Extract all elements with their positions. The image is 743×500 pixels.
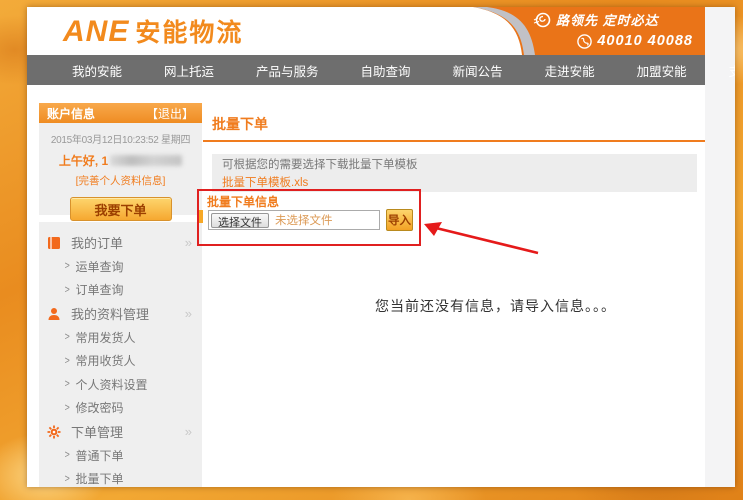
book-icon [47, 236, 61, 250]
sidebar-item-frequent-receivers[interactable]: > 常用收货人 [39, 349, 202, 373]
sidebar-item-batch-order[interactable]: > 批量下单 [39, 467, 202, 487]
sidebar-item-label: 普通下单 [75, 447, 123, 464]
chevron-right-icon: > [65, 378, 70, 390]
phone-icon [577, 34, 592, 49]
sidebar-item-normal-order[interactable]: > 普通下单 [39, 443, 202, 467]
main-nav: 我的安能 网上托运 产品与服务 自助查询 新闻公告 走进安能 加盟安能 支持中心 [27, 55, 705, 85]
sidebar-item-profile-settings[interactable]: > 个人资料设置 [39, 373, 202, 397]
sidebar-item-order-query[interactable]: > 订单查询 [39, 278, 202, 302]
account-info-panel: 账户信息 【退出】 2015年03月12日10:23:52 星期四 上午好, 1… [39, 103, 202, 215]
current-datetime: 2015年03月12日10:23:52 星期四 [39, 131, 202, 146]
empty-info-message: 您当前还没有信息，请导入信息。。。 [375, 296, 616, 316]
greeting-text: 上午好, 1 [59, 152, 108, 169]
sidebar-item-label: 批量下单 [75, 470, 123, 487]
sidebar-item-label: 订单查询 [75, 281, 123, 298]
site-header: ANE 安能物流 路领先 定时必达 [27, 7, 705, 55]
sidebar-menu: 我的订单 » > 运单查询 > 订单查询 我的资料管理 » > [39, 231, 202, 487]
template-download-box: 可根据您的需要选择下载批量下单模板 批量下单模板.xls [212, 154, 697, 192]
nav-item-about-ane[interactable]: 走进安能 [524, 61, 616, 80]
slogan-text: 路领先 定时必达 [556, 10, 659, 29]
sidebar-item-my-orders[interactable]: 我的订单 » [39, 231, 202, 255]
sidebar-item-label: 运单查询 [75, 258, 123, 275]
logo-en-text: ANE [63, 15, 129, 49]
chevron-right-icon: > [65, 331, 70, 343]
sidebar-item-waybill-query[interactable]: > 运单查询 [39, 255, 202, 279]
nav-item-join-ane[interactable]: 加盟安能 [616, 61, 708, 80]
nav-item-my-ane[interactable]: 我的安能 [51, 61, 143, 80]
no-file-selected-text: 未选择文件 [275, 212, 333, 228]
slogan: 路领先 定时必达 [533, 10, 659, 29]
sidebar-item-label: 常用收货人 [75, 352, 135, 369]
gear-icon [47, 425, 61, 439]
chevron-right-icon: > [65, 284, 70, 296]
sidebar-item-change-password[interactable]: > 修改密码 [39, 396, 202, 420]
chevron-right-icon: > [65, 402, 70, 414]
file-input[interactable]: 选择文件 未选择文件 [208, 210, 380, 230]
page-title: 批量下单 [212, 114, 705, 134]
sidebar-item-label: 我的资料管理 [71, 304, 149, 323]
ane-logo[interactable]: ANE 安能物流 [63, 13, 243, 49]
sidebar-item-label: 我的订单 [71, 233, 123, 252]
main-content: 批量下单 可根据您的需要选择下载批量下单模板 批量下单模板.xls [203, 85, 705, 192]
chevron-right-icon: > [65, 355, 70, 367]
sidebar-item-label: 常用发货人 [75, 329, 135, 346]
double-arrow-icon: » [185, 235, 192, 250]
orange-tick-decoration [199, 210, 203, 223]
logout-link[interactable]: 【退出】 [146, 105, 194, 122]
browser-page: ANE 安能物流 路领先 定时必达 [27, 7, 735, 487]
sidebar-item-order-management[interactable]: 下单管理 » [39, 420, 202, 444]
sidebar-item-label: 修改密码 [75, 399, 123, 416]
nav-item-news[interactable]: 新闻公告 [432, 61, 524, 80]
nav-item-self-query[interactable]: 自助查询 [340, 61, 432, 80]
account-info-title: 账户信息 [47, 105, 95, 122]
header-right-banner: 路领先 定时必达 40010 40088 [427, 7, 705, 55]
double-arrow-icon: » [185, 424, 192, 439]
sidebar-item-label: 个人资料设置 [75, 376, 147, 393]
masked-phone-number [110, 155, 182, 166]
complete-profile-link[interactable]: [完善个人资料信息] [39, 173, 202, 188]
swoosh-icon [533, 11, 551, 29]
greeting-row: 上午好, 1 [39, 152, 202, 169]
sidebar-item-frequent-senders[interactable]: > 常用发货人 [39, 325, 202, 349]
chevron-right-icon: > [65, 449, 70, 461]
import-section-title: 批量下单信息 [207, 193, 279, 210]
choose-file-button[interactable]: 选择文件 [211, 213, 269, 228]
phone-number: 40010 40088 [597, 33, 693, 49]
nav-item-support-center[interactable]: 支持中心 [708, 61, 735, 80]
place-order-button[interactable]: 我要下单 [70, 197, 172, 221]
person-icon [47, 307, 61, 321]
template-hint-text: 可根据您的需要选择下载批量下单模板 [222, 158, 687, 173]
red-arrow-annotation [422, 217, 547, 259]
hotline: 40010 40088 [577, 33, 693, 49]
title-underline [203, 140, 705, 142]
account-info-header: 账户信息 【退出】 [39, 103, 202, 123]
sidebar-menu-panel: 我的订单 » > 运单查询 > 订单查询 我的资料管理 » > [39, 222, 202, 487]
logo-cn-text: 安能物流 [135, 13, 243, 49]
double-arrow-icon: » [185, 306, 192, 321]
nav-item-online-shipping[interactable]: 网上托运 [143, 61, 235, 80]
sidebar-item-my-profile-management[interactable]: 我的资料管理 » [39, 302, 202, 326]
chevron-right-icon: > [65, 473, 70, 485]
import-button[interactable]: 导入 [386, 209, 413, 231]
sidebar-item-label: 下单管理 [71, 422, 123, 441]
chevron-right-icon: > [65, 260, 70, 272]
nav-item-products-services[interactable]: 产品与服务 [235, 61, 340, 80]
